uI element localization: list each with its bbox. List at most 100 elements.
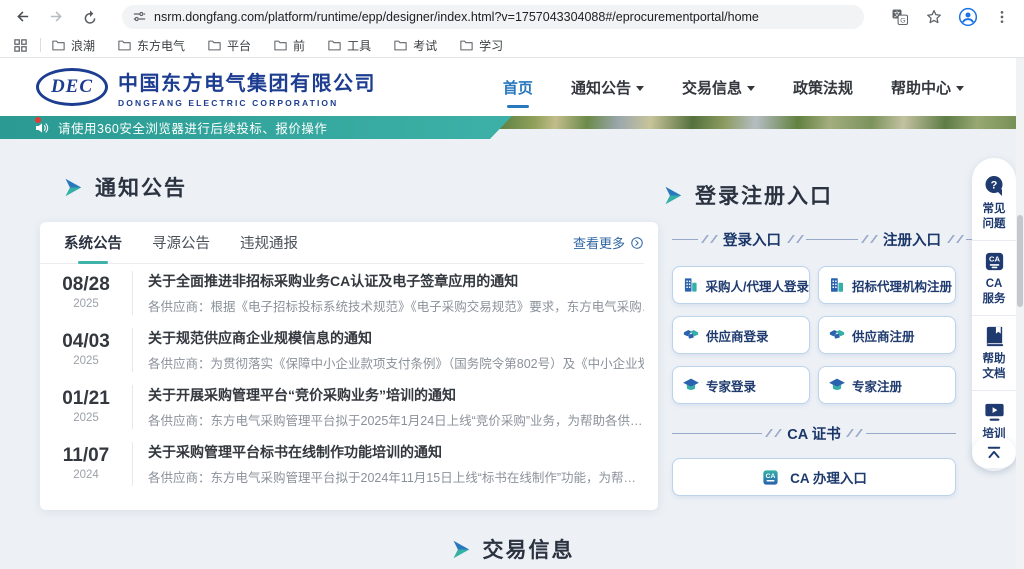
notice-summary: 各供应商：东方电气采购管理平台拟于2025年1月24日上线“竞价采购”业务，为帮… xyxy=(148,410,644,429)
bookmark-folder[interactable]: 东方电气 xyxy=(117,37,185,54)
site-info-icon[interactable] xyxy=(132,9,147,24)
company-name-en: DONGFANG ELECTRIC CORPORATION xyxy=(118,98,376,108)
tab-system-notices[interactable]: 系统公告 xyxy=(64,222,122,264)
nav-item-policy[interactable]: 政策法规 xyxy=(793,69,853,106)
bookmark-folder[interactable]: 平台 xyxy=(207,37,251,54)
book-icon xyxy=(983,325,1006,348)
page-scrollbar[interactable] xyxy=(1016,58,1024,569)
notice-year: 2025 xyxy=(40,355,132,367)
circle-arrow-icon xyxy=(630,236,644,250)
chevron-down-icon xyxy=(636,86,644,91)
alert-dot xyxy=(35,117,41,123)
section-title: 登录注册入口 xyxy=(695,180,833,210)
back-to-top-icon xyxy=(985,444,1003,462)
agency-register-button[interactable]: 招标代理机构注册 xyxy=(818,266,956,304)
notice-summary: 各供应商：为贯彻落实《保障中小企业款项支付条例》（国务院令第802号）及《中小企… xyxy=(148,353,644,372)
notice-list-item[interactable]: 08/28 2025 关于全面推进非招标采购业务CA认证及电子签章应用的通知 各… xyxy=(40,264,644,321)
handshake-icon xyxy=(682,326,700,344)
notice-date: 11/07 xyxy=(40,446,132,467)
folder-icon xyxy=(51,38,66,53)
graduation-cap-icon xyxy=(682,376,700,394)
bookmark-folder[interactable]: 工具 xyxy=(327,37,371,54)
section-title: 通知公告 xyxy=(95,172,187,202)
svg-text:CA: CA xyxy=(766,473,776,480)
bookmark-folder[interactable]: 浪潮 xyxy=(51,37,95,54)
dec-logo-oval: DEC xyxy=(36,68,108,106)
url-bar[interactable]: nsrm.dongfang.com/platform/runtime/epp/d… xyxy=(122,5,864,29)
browser-toolbar: nsrm.dongfang.com/platform/runtime/epp/d… xyxy=(0,0,1024,33)
scrollbar-thumb[interactable] xyxy=(1017,215,1023,307)
company-logo[interactable]: DEC 中国东方电气集团有限公司 DONGFANG ELECTRIC CORPO… xyxy=(36,67,376,108)
bookmark-folder[interactable]: 考试 xyxy=(393,37,437,54)
tab-sourcing-notices[interactable]: 寻源公告 xyxy=(152,222,210,264)
folder-icon xyxy=(459,38,474,53)
notice-date: 08/28 xyxy=(40,275,132,296)
section-arrow-icon xyxy=(662,185,683,206)
notice-year: 2024 xyxy=(40,469,132,481)
notice-card: 系统公告 寻源公告 违规通报 查看更多 08/28 2025 关于全面推进非招标… xyxy=(40,222,658,510)
browser-notice-banner: 请使用360安全浏览器进行后续投标、报价操作 xyxy=(0,116,512,139)
trade-section-header: 交易信息 xyxy=(0,534,1024,564)
login-section-header: 登录注册入口 xyxy=(662,180,833,210)
notice-title[interactable]: 关于全面推进非招标采购业务CA认证及电子签章应用的通知 xyxy=(148,271,644,291)
back-to-top-button[interactable] xyxy=(972,438,1016,468)
question-icon: ? xyxy=(982,174,1006,198)
notice-summary: 各供应商：根据《电子招标投标系统技术规范》《电子采购交易规范》要求，东方电气采购… xyxy=(148,296,644,315)
translate-icon[interactable]: 文G xyxy=(890,7,910,27)
back-icon[interactable] xyxy=(8,3,36,31)
notice-year: 2025 xyxy=(40,412,132,424)
expert-login-button[interactable]: 专家登录 xyxy=(672,366,810,404)
tab-violation-reports[interactable]: 违规通报 xyxy=(240,222,298,264)
notice-date: 04/03 xyxy=(40,332,132,353)
faq-item[interactable]: ? 常见问题 xyxy=(972,170,1016,240)
nav-item-notices[interactable]: 通知公告 xyxy=(571,69,644,106)
company-name-cn: 中国东方电气集团有限公司 xyxy=(118,67,376,96)
bookmark-folder[interactable]: 学习 xyxy=(459,37,503,54)
ca-service-item[interactable]: CA CA服务 xyxy=(972,240,1016,315)
notice-list-item[interactable]: 01/21 2025 关于开展采购管理平台“竞价采购业务”培训的通知 各供应商：… xyxy=(40,378,644,435)
section-title: 交易信息 xyxy=(483,534,575,564)
building-icon xyxy=(682,276,700,294)
building-icon xyxy=(828,276,846,294)
speaker-icon xyxy=(34,120,50,136)
folder-icon xyxy=(393,38,408,53)
nav-item-home[interactable]: 首页 xyxy=(503,69,533,106)
login-entry-header: 登录入口 xyxy=(672,226,832,252)
bookmark-folder[interactable]: 前 xyxy=(273,37,305,54)
notice-year: 2025 xyxy=(40,298,132,310)
ca-cert-header: CA 证书 xyxy=(672,420,956,446)
notice-list-item[interactable]: 04/03 2025 关于规范供应商企业规模信息的通知 各供应商：为贯彻落实《保… xyxy=(40,321,644,378)
bookmark-star-icon[interactable] xyxy=(924,7,944,27)
notice-title[interactable]: 关于采购管理平台标书在线制作功能培训的通知 xyxy=(148,442,644,462)
bookmarks-bar: 浪潮 东方电气 平台 前 工具 考试 学习 xyxy=(0,33,1024,58)
supplier-login-button[interactable]: 供应商登录 xyxy=(672,316,810,354)
chevron-down-icon xyxy=(747,86,755,91)
hero-image-strip xyxy=(498,116,1024,129)
menu-dots-icon[interactable] xyxy=(992,7,1012,27)
divider xyxy=(40,38,41,52)
profile-avatar[interactable] xyxy=(958,7,978,27)
handshake-icon xyxy=(828,326,846,344)
notice-title[interactable]: 关于开展采购管理平台“竞价采购业务”培训的通知 xyxy=(148,385,644,405)
supplier-register-button[interactable]: 供应商注册 xyxy=(818,316,956,354)
apps-grid-icon[interactable] xyxy=(10,35,30,55)
section-arrow-icon xyxy=(62,177,83,198)
folder-icon xyxy=(273,38,288,53)
floating-sidebar: ? 常见问题 CA CA服务 帮助文档 培训视频 xyxy=(972,158,1016,471)
nav-item-help[interactable]: 帮助中心 xyxy=(891,69,964,106)
view-more-link[interactable]: 查看更多 xyxy=(573,233,644,252)
help-docs-item[interactable]: 帮助文档 xyxy=(972,315,1016,390)
ca-entry-button[interactable]: CA CA 办理入口 xyxy=(672,458,956,496)
reload-icon[interactable] xyxy=(76,3,104,31)
expert-register-button[interactable]: 专家注册 xyxy=(818,366,956,404)
notice-list-item[interactable]: 11/07 2024 关于采购管理平台标书在线制作功能培训的通知 各供应商：东方… xyxy=(40,435,644,492)
notice-title[interactable]: 关于规范供应商企业规模信息的通知 xyxy=(148,328,644,348)
purchaser-login-button[interactable]: 采购人/代理人登录 xyxy=(672,266,810,304)
notices-section-header: 通知公告 xyxy=(62,172,187,202)
forward-icon[interactable] xyxy=(42,3,70,31)
banner-row: 请使用360安全浏览器进行后续投标、报价操作 xyxy=(0,116,1024,139)
screen: nsrm.dongfang.com/platform/runtime/epp/d… xyxy=(0,0,1024,569)
site-header: DEC 中国东方电气集团有限公司 DONGFANG ELECTRIC CORPO… xyxy=(0,58,1024,116)
main-nav: 首页 通知公告 交易信息 政策法规 帮助中心 xyxy=(503,69,964,106)
nav-item-trade[interactable]: 交易信息 xyxy=(682,69,755,106)
